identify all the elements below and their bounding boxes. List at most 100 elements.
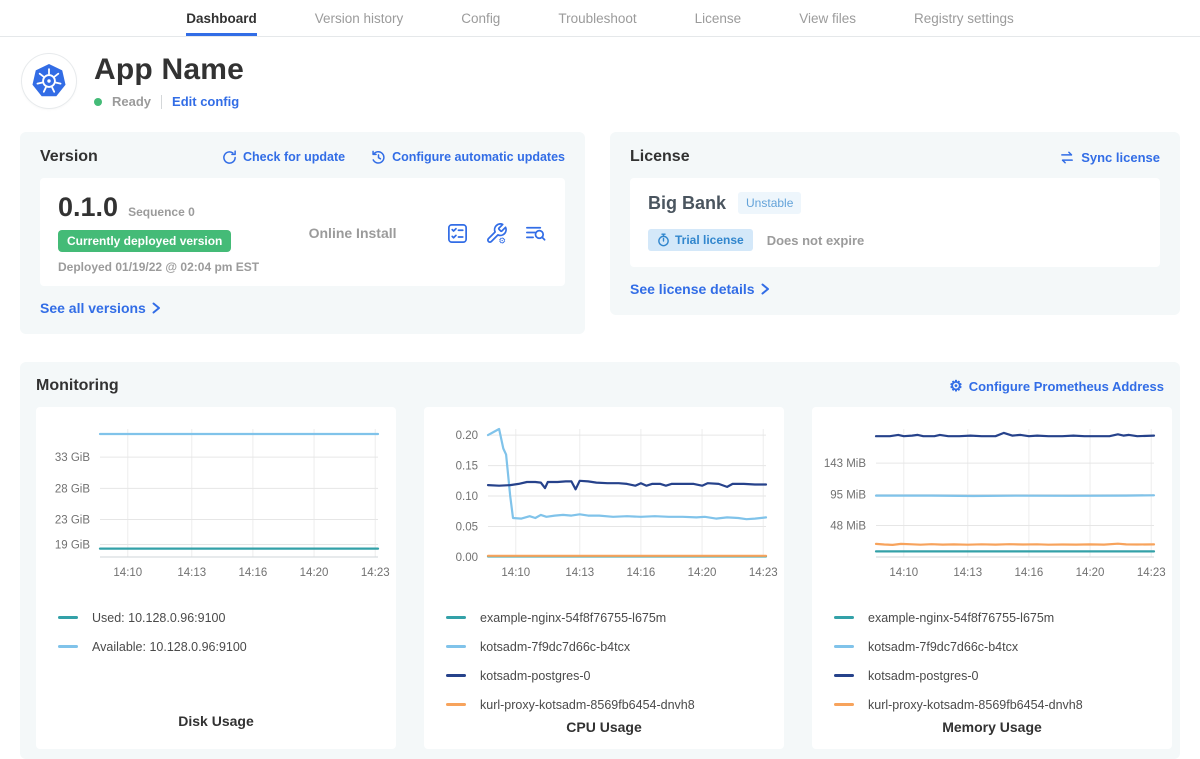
legend-item: example-nginx-54f8f76755-l675m — [446, 603, 784, 632]
svg-text:14:23: 14:23 — [749, 567, 778, 579]
sync-license-link[interactable]: Sync license — [1059, 150, 1160, 165]
see-all-versions-link[interactable]: See all versions — [40, 300, 161, 316]
svg-text:0.10: 0.10 — [456, 491, 478, 503]
legend-label: example-nginx-54f8f76755-l675m — [480, 611, 666, 625]
svg-text:14:10: 14:10 — [889, 567, 918, 579]
svg-text:0.00: 0.00 — [456, 552, 478, 564]
svg-text:28 GiB: 28 GiB — [55, 483, 90, 495]
legend-swatch — [446, 703, 466, 706]
memory-usage-chart: 14:1014:1314:1614:2014:2348 MiB95 MiB143… — [812, 417, 1172, 589]
legend-item: kotsadm-7f9dc7d66c-b4tcx — [834, 632, 1172, 661]
disk-usage-chart: 14:1014:1314:1614:2014:2319 GiB23 GiB28 … — [36, 417, 396, 589]
svg-text:33 GiB: 33 GiB — [55, 452, 90, 464]
legend-item: kurl-proxy-kotsadm-8569fb6454-dnvh8 — [834, 690, 1172, 719]
svg-text:14:23: 14:23 — [1137, 567, 1166, 579]
version-card: Version Check for update Configure autom… — [20, 132, 585, 334]
svg-text:14:13: 14:13 — [565, 567, 594, 579]
tab-troubleshoot[interactable]: Troubleshoot — [558, 0, 636, 36]
legend-swatch — [834, 703, 854, 706]
configure-prometheus-link[interactable]: ⚙ Configure Prometheus Address — [949, 379, 1164, 394]
svg-text:48 MiB: 48 MiB — [830, 520, 866, 532]
currently-deployed-badge: Currently deployed version — [58, 230, 231, 252]
chart-svg: 14:1014:1314:1614:2014:2348 MiB95 MiB143… — [812, 417, 1172, 589]
disk-usage-chart-card: 14:1014:1314:1614:2014:2319 GiB23 GiB28 … — [36, 407, 396, 749]
tab-registry-settings[interactable]: Registry settings — [914, 0, 1014, 36]
legend-label: Used: 10.128.0.96:9100 — [92, 611, 225, 625]
view-logs-button[interactable] — [524, 222, 547, 245]
legend-label: kotsadm-7f9dc7d66c-b4tcx — [480, 640, 630, 654]
chart-title: Memory Usage — [812, 719, 1172, 755]
tab-config[interactable]: Config — [461, 0, 500, 36]
chevron-right-icon — [761, 283, 770, 295]
svg-text:14:13: 14:13 — [177, 567, 206, 579]
version-number: 0.1.0 — [58, 192, 118, 223]
svg-text:14:13: 14:13 — [953, 567, 982, 579]
svg-text:95 MiB: 95 MiB — [830, 490, 866, 502]
legend-item: Available: 10.128.0.96:9100 — [58, 632, 396, 661]
legend-label: kotsadm-postgres-0 — [868, 669, 978, 683]
svg-text:14:20: 14:20 — [1076, 567, 1105, 579]
svg-text:14:16: 14:16 — [239, 567, 268, 579]
check-for-update-link[interactable]: Check for update — [222, 150, 345, 165]
chart-title: CPU Usage — [424, 719, 784, 755]
edit-config-button[interactable]: ⚙ — [485, 222, 508, 245]
svg-text:14:20: 14:20 — [300, 567, 329, 579]
svg-text:14:10: 14:10 — [113, 567, 142, 579]
cpu-usage-chart-card: 14:1014:1314:1614:2014:230.000.050.100.1… — [424, 407, 784, 749]
chart-svg: 14:1014:1314:1614:2014:230.000.050.100.1… — [424, 417, 784, 589]
tab-dashboard[interactable]: Dashboard — [186, 0, 257, 36]
deployed-version-info: 0.1.0 Sequence 0 Currently deployed vers… — [58, 192, 259, 274]
tab-license[interactable]: License — [695, 0, 742, 36]
top-nav: Dashboard Version history Config Troublesho… — [0, 0, 1200, 37]
channel-badge: Unstable — [738, 192, 801, 214]
install-type-label: Online Install — [309, 225, 397, 241]
svg-text:14:16: 14:16 — [627, 567, 656, 579]
legend-label: kurl-proxy-kotsadm-8569fb6454-dnvh8 — [480, 698, 695, 712]
legend-swatch — [446, 616, 466, 619]
svg-text:0.05: 0.05 — [456, 522, 478, 534]
refresh-icon — [222, 150, 237, 165]
stopwatch-icon — [657, 233, 670, 247]
tab-version-history[interactable]: Version history — [315, 0, 404, 36]
license-card: License Sync license Big Bank Unstable T… — [610, 132, 1180, 315]
kubernetes-logo-icon — [22, 54, 76, 108]
preflight-checks-button[interactable] — [446, 222, 469, 245]
svg-text:14:10: 14:10 — [501, 567, 530, 579]
cpu-usage-chart: 14:1014:1314:1614:2014:230.000.050.100.1… — [424, 417, 784, 589]
chevron-right-icon — [152, 302, 161, 314]
tab-view-files[interactable]: View files — [799, 0, 856, 36]
legend-item: kurl-proxy-kotsadm-8569fb6454-dnvh8 — [446, 690, 784, 719]
legend-item: Used: 10.128.0.96:9100 — [58, 603, 396, 632]
svg-text:0.15: 0.15 — [456, 461, 478, 473]
memory-usage-legend: example-nginx-54f8f76755-l675mkotsadm-7f… — [834, 603, 1172, 719]
page-title: App Name — [94, 53, 244, 87]
legend-label: kotsadm-7f9dc7d66c-b4tcx — [868, 640, 1018, 654]
legend-label: kurl-proxy-kotsadm-8569fb6454-dnvh8 — [868, 698, 1083, 712]
configure-automatic-updates-link[interactable]: Configure automatic updates — [371, 150, 565, 165]
file-search-icon — [524, 222, 547, 245]
legend-label: Available: 10.128.0.96:9100 — [92, 640, 247, 654]
sync-arrows-icon — [1059, 150, 1075, 165]
svg-text:⚙: ⚙ — [498, 235, 506, 244]
memory-usage-chart-card: 14:1014:1314:1614:2014:2348 MiB95 MiB143… — [812, 407, 1172, 749]
svg-text:143 MiB: 143 MiB — [824, 458, 867, 470]
legend-item: kotsadm-postgres-0 — [446, 661, 784, 690]
svg-text:23 GiB: 23 GiB — [55, 515, 90, 527]
license-card-title: License — [630, 148, 690, 166]
legend-swatch — [834, 645, 854, 648]
legend-item: kotsadm-postgres-0 — [834, 661, 1172, 690]
svg-text:0.20: 0.20 — [456, 430, 478, 442]
status-label: Ready — [112, 94, 151, 109]
monitoring-section: Monitoring ⚙ Configure Prometheus Addres… — [20, 362, 1180, 759]
edit-config-link[interactable]: Edit config — [172, 94, 239, 109]
see-license-details-link[interactable]: See license details — [630, 281, 770, 297]
monitoring-title: Monitoring — [36, 377, 119, 395]
disk-usage-legend: Used: 10.128.0.96:9100 Available: 10.128.… — [58, 603, 396, 661]
svg-text:14:23: 14:23 — [361, 567, 390, 579]
legend-swatch — [834, 616, 854, 619]
checklist-icon — [446, 222, 469, 245]
license-expiration: Does not expire — [767, 233, 865, 248]
gear-icon: ⚙ — [949, 379, 962, 394]
cpu-usage-legend: example-nginx-54f8f76755-l675m kotsadm-7f… — [446, 603, 784, 719]
legend-item: kotsadm-7f9dc7d66c-b4tcx — [446, 632, 784, 661]
